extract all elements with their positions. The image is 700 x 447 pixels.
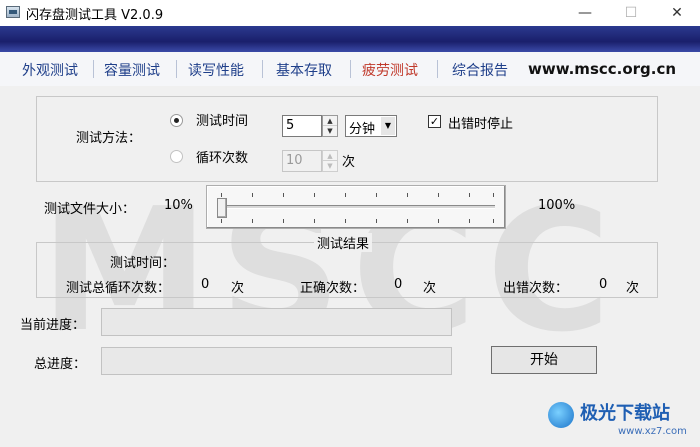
tab-separator bbox=[93, 60, 94, 78]
slider-tick bbox=[493, 219, 494, 223]
stop-on-error-label: 出错时停止 bbox=[448, 117, 514, 132]
total-progress-bar bbox=[101, 347, 452, 375]
error-count-value: 0 bbox=[599, 277, 608, 292]
file-size-label: 测试文件大小： bbox=[44, 202, 136, 217]
minimize-button[interactable]: — bbox=[562, 0, 608, 26]
maximize-button: ☐ bbox=[624, 5, 638, 21]
slider-tick bbox=[407, 193, 408, 197]
time-unit-value: 分钟 bbox=[349, 122, 376, 137]
spin-up-icon[interactable]: ▲ bbox=[323, 116, 337, 126]
slider-tick bbox=[283, 219, 284, 223]
slider-tick bbox=[407, 219, 408, 223]
tab-separator bbox=[176, 60, 177, 78]
test-time-label: 测试时间： bbox=[110, 256, 176, 271]
slider-tick bbox=[345, 193, 346, 197]
loop-count-input[interactable]: 10 bbox=[282, 150, 322, 172]
current-progress-label: 当前进度： bbox=[20, 318, 86, 333]
tab-separator bbox=[350, 60, 351, 78]
method-label: 测试方法： bbox=[76, 131, 142, 146]
slider-tick bbox=[252, 193, 253, 197]
title-bar: 闪存盘测试工具 V2.0.9 — ☐ ✕ bbox=[0, 0, 700, 26]
tab-appearance[interactable]: 外观测试 bbox=[22, 60, 78, 80]
tab-separator bbox=[262, 60, 263, 78]
tab-basic-access[interactable]: 基本存取 bbox=[276, 60, 332, 80]
time-spinner[interactable]: ▲ ▼ bbox=[322, 115, 338, 137]
slider-tick bbox=[493, 193, 494, 197]
file-size-slider[interactable] bbox=[206, 185, 506, 229]
tab-fatigue[interactable]: 疲劳测试 bbox=[362, 60, 418, 80]
brand-name: 极光下载站 bbox=[580, 403, 670, 424]
slider-tick bbox=[314, 219, 315, 223]
total-progress-label: 总进度： bbox=[34, 357, 87, 372]
tab-read-write[interactable]: 读写性能 bbox=[188, 60, 244, 80]
spin-down-icon[interactable]: ▼ bbox=[323, 161, 337, 171]
start-button[interactable]: 开始 bbox=[491, 346, 597, 374]
total-loops-value: 0 bbox=[201, 277, 210, 292]
slider-tick bbox=[376, 219, 377, 223]
correct-count-value: 0 bbox=[394, 277, 403, 292]
loop-count-unit: 次 bbox=[342, 155, 356, 170]
correct-count-label: 正确次数： bbox=[300, 281, 366, 296]
error-count-label: 出错次数： bbox=[503, 281, 569, 296]
window-title: 闪存盘测试工具 V2.0.9 bbox=[26, 8, 164, 23]
slider-tick bbox=[469, 219, 470, 223]
slider-tick bbox=[345, 219, 346, 223]
time-unit-select[interactable]: 分钟 ▼ bbox=[345, 115, 397, 137]
slider-tick bbox=[469, 193, 470, 197]
header-banner bbox=[0, 26, 700, 52]
radio-test-time[interactable] bbox=[170, 114, 183, 127]
slider-track bbox=[219, 205, 495, 209]
tab-report[interactable]: 综合报告 bbox=[452, 60, 508, 80]
slider-tick bbox=[221, 193, 222, 197]
current-progress-bar bbox=[101, 308, 452, 336]
file-size-min: 10% bbox=[164, 198, 193, 213]
slider-tick bbox=[314, 193, 315, 197]
slider-tick bbox=[376, 193, 377, 197]
time-value-input[interactable]: 5 bbox=[282, 115, 322, 137]
chevron-down-icon[interactable]: ▼ bbox=[381, 117, 395, 135]
slider-tick bbox=[252, 219, 253, 223]
slider-thumb[interactable] bbox=[217, 198, 227, 218]
slider-tick bbox=[438, 219, 439, 223]
app-icon bbox=[6, 6, 20, 18]
total-loops-label: 测试总循环次数： bbox=[66, 281, 171, 296]
stop-on-error-checkbox[interactable]: ✓ bbox=[428, 115, 441, 128]
site-url: www.mscc.org.cn bbox=[528, 60, 677, 78]
error-count-unit: 次 bbox=[626, 281, 640, 296]
file-size-max: 100% bbox=[538, 198, 576, 213]
close-button[interactable]: ✕ bbox=[654, 0, 700, 26]
brand-url: www.xz7.com bbox=[618, 426, 687, 437]
spin-down-icon[interactable]: ▼ bbox=[323, 126, 337, 136]
slider-tick bbox=[283, 193, 284, 197]
loop-count-spinner[interactable]: ▲ ▼ bbox=[322, 150, 338, 172]
total-loops-unit: 次 bbox=[231, 281, 245, 296]
tab-separator bbox=[437, 60, 438, 78]
radio-loop-count[interactable] bbox=[170, 150, 183, 163]
tab-bar: 外观测试 容量测试 读写性能 基本存取 疲劳测试 综合报告 www.mscc.o… bbox=[0, 52, 700, 86]
brand-logo-icon bbox=[548, 402, 574, 428]
radio-test-time-label: 测试时间 bbox=[196, 114, 249, 129]
slider-tick bbox=[438, 193, 439, 197]
results-title: 测试结果 bbox=[314, 233, 373, 252]
spin-up-icon[interactable]: ▲ bbox=[323, 151, 337, 161]
slider-tick bbox=[221, 219, 222, 223]
radio-loop-count-label: 循环次数 bbox=[196, 151, 249, 166]
correct-count-unit: 次 bbox=[423, 281, 437, 296]
tab-capacity[interactable]: 容量测试 bbox=[104, 60, 160, 80]
